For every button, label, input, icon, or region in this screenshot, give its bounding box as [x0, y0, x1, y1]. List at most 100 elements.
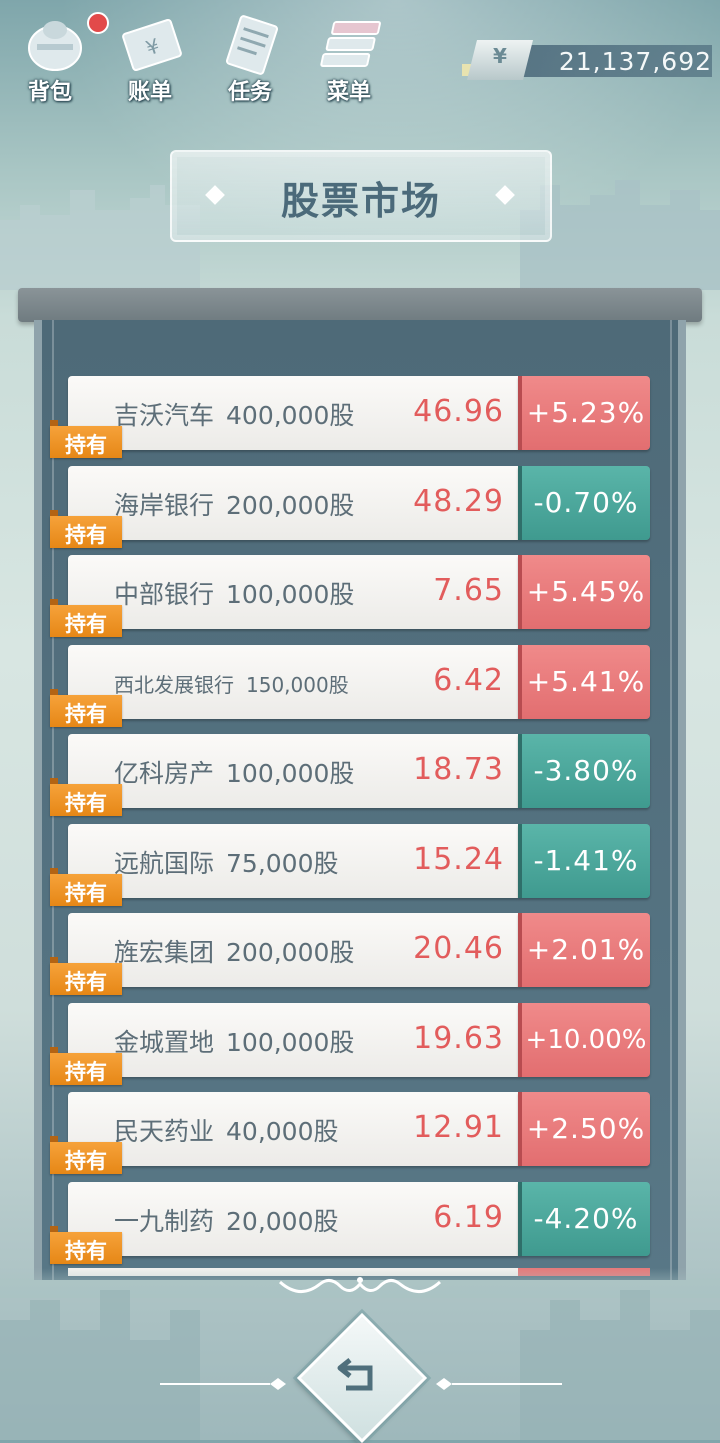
top-bar: 背包 ¥ 账单 任务 菜单 ¥ 21,137,692 [0, 0, 720, 110]
hold-label: 持有 [65, 791, 107, 815]
hold-label: 持有 [65, 523, 107, 547]
money-display: ¥ 21,137,692 [462, 40, 712, 82]
stock-name: 民天药业 [114, 1117, 215, 1146]
backpack-icon [28, 21, 82, 71]
hold-label: 持有 [65, 1149, 107, 1173]
hold-tag: 持有 [50, 868, 122, 906]
stock-name-line: 中部银行 100,000股 [114, 575, 354, 611]
stock-change: +5.45% [526, 575, 646, 608]
stock-name-line: 远航国际 75,000股 [114, 844, 339, 880]
stock-row[interactable]: 亿科房产 100,000股 18.73 -3.80% 持有 [50, 734, 652, 816]
stock-name-line: 吉沃汽车 400,000股 [114, 396, 354, 432]
hold-label: 持有 [65, 702, 107, 726]
stock-shares: 100,000股 [226, 759, 355, 788]
stock-row[interactable]: 民天药业 40,000股 12.91 +2.50% 持有 [50, 1092, 652, 1174]
stock-card: 旌宏集团 200,000股 20.46 [68, 913, 518, 987]
stock-shares: 200,000股 [226, 938, 355, 967]
stock-change-badge: +2.50% [518, 1092, 650, 1166]
stock-card: 西北发展银行 150,000股 6.42 [68, 645, 518, 719]
stock-change-badge: -0.70% [518, 466, 650, 540]
hold-tag: 持有 [50, 778, 122, 816]
stock-row[interactable]: 金城置地 100,000股 19.63 +10.00% 持有 [50, 1003, 652, 1085]
hold-label: 持有 [65, 881, 107, 905]
stock-row[interactable]: 中部银行 100,000股 7.65 +5.45% 持有 [50, 555, 652, 637]
stock-price: 6.19 [433, 1200, 504, 1235]
stock-change: +2.50% [526, 1112, 646, 1145]
stock-name-line: 亿科房产 100,000股 [114, 754, 354, 790]
page-title: 股票市场 [280, 179, 441, 223]
stock-name: 海岸银行 [114, 491, 215, 520]
task-icon [225, 15, 279, 75]
menu-label: 菜单 [326, 80, 371, 105]
stock-change: -1.41% [533, 844, 639, 877]
stock-change-badge: -3.80% [518, 734, 650, 808]
hold-tag: 持有 [50, 957, 122, 995]
hold-label: 持有 [65, 433, 107, 457]
stock-card: 吉沃汽车 400,000股 46.96 [68, 376, 518, 450]
stock-price: 7.65 [433, 573, 504, 608]
stock-card: 海岸银行 200,000股 48.29 [68, 466, 518, 540]
menu-button[interactable]: 菜单 [304, 8, 394, 105]
stock-shares: 200,000股 [226, 491, 355, 520]
hold-tag: 持有 [50, 599, 122, 637]
stock-name-line: 西北发展银行 150,000股 [114, 669, 349, 698]
stock-name: 西北发展银行 [114, 673, 234, 697]
left-ornament [160, 1378, 286, 1390]
stock-change: -3.80% [533, 754, 639, 787]
board-cap [18, 288, 702, 322]
stock-card: 金城置地 100,000股 19.63 [68, 1003, 518, 1077]
stock-change: -0.70% [533, 486, 639, 519]
hold-label: 持有 [65, 1060, 107, 1084]
stock-card: 一九制药 20,000股 6.19 [68, 1182, 518, 1256]
stock-change-badge: +5.41% [518, 645, 650, 719]
stock-card: 亿科房产 100,000股 18.73 [68, 734, 518, 808]
stock-shares: 75,000股 [226, 849, 339, 878]
money-value: 21,137,692 [558, 47, 712, 76]
stock-card: 中部银行 100,000股 7.65 [68, 555, 518, 629]
stock-name: 一九制药 [114, 1207, 215, 1236]
right-ornament [436, 1378, 562, 1390]
stock-price: 15.24 [413, 842, 504, 877]
stock-change-badge: -1.41% [518, 824, 650, 898]
stock-name: 中部银行 [114, 580, 215, 609]
hold-tag: 持有 [50, 689, 122, 727]
stock-row[interactable]: 一九制药 20,000股 6.19 -4.20% 持有 [50, 1182, 652, 1264]
stock-row[interactable]: 吉沃汽车 400,000股 46.96 +5.23% 持有 [50, 376, 652, 458]
stock-change-badge: -4.20% [518, 1182, 650, 1256]
stock-shares: 100,000股 [226, 580, 355, 609]
hold-label: 持有 [65, 612, 107, 636]
stock-price: 19.63 [413, 1021, 504, 1056]
hold-label: 持有 [65, 970, 107, 994]
stock-name: 亿科房产 [114, 759, 215, 788]
stock-shares: 20,000股 [226, 1207, 339, 1236]
stock-change: +5.41% [526, 665, 646, 698]
scroll-ornament [278, 1277, 442, 1293]
stock-row[interactable]: 远航国际 75,000股 15.24 -1.41% 持有 [50, 824, 652, 906]
stock-name: 旌宏集团 [114, 938, 215, 967]
stock-name-line: 旌宏集团 200,000股 [114, 933, 354, 969]
stock-change-badge: +2.01% [518, 913, 650, 987]
stock-shares: 40,000股 [226, 1117, 339, 1146]
stock-change: +10.00% [525, 1025, 647, 1055]
backpack-label: 背包 [27, 80, 72, 105]
title-banner: 股票市场 [170, 150, 552, 242]
menu-icon [320, 21, 381, 67]
task-label: 任务 [227, 80, 272, 105]
backpack-button[interactable]: 背包 [5, 8, 109, 105]
stock-change: +2.01% [526, 933, 646, 966]
hold-tag: 持有 [50, 420, 122, 458]
return-arrow-icon[interactable] [330, 1346, 388, 1404]
bill-button[interactable]: ¥ 账单 [105, 8, 195, 105]
stock-price: 46.96 [413, 394, 504, 429]
stock-change-badge: +5.23% [518, 376, 650, 450]
stock-row[interactable]: 旌宏集团 200,000股 20.46 +2.01% 持有 [50, 913, 652, 995]
bill-label: 账单 [127, 80, 172, 105]
stock-row[interactable]: 海岸银行 200,000股 48.29 -0.70% 持有 [50, 466, 652, 548]
stock-price: 12.91 [413, 1110, 504, 1145]
bill-icon: ¥ [122, 18, 182, 72]
stock-change-badge: +5.45% [518, 555, 650, 629]
stock-row[interactable]: 西北发展银行 150,000股 6.42 +5.41% 持有 [50, 645, 652, 727]
stock-change: +5.23% [526, 396, 646, 429]
stock-card: 远航国际 75,000股 15.24 [68, 824, 518, 898]
task-button[interactable]: 任务 [205, 8, 295, 105]
